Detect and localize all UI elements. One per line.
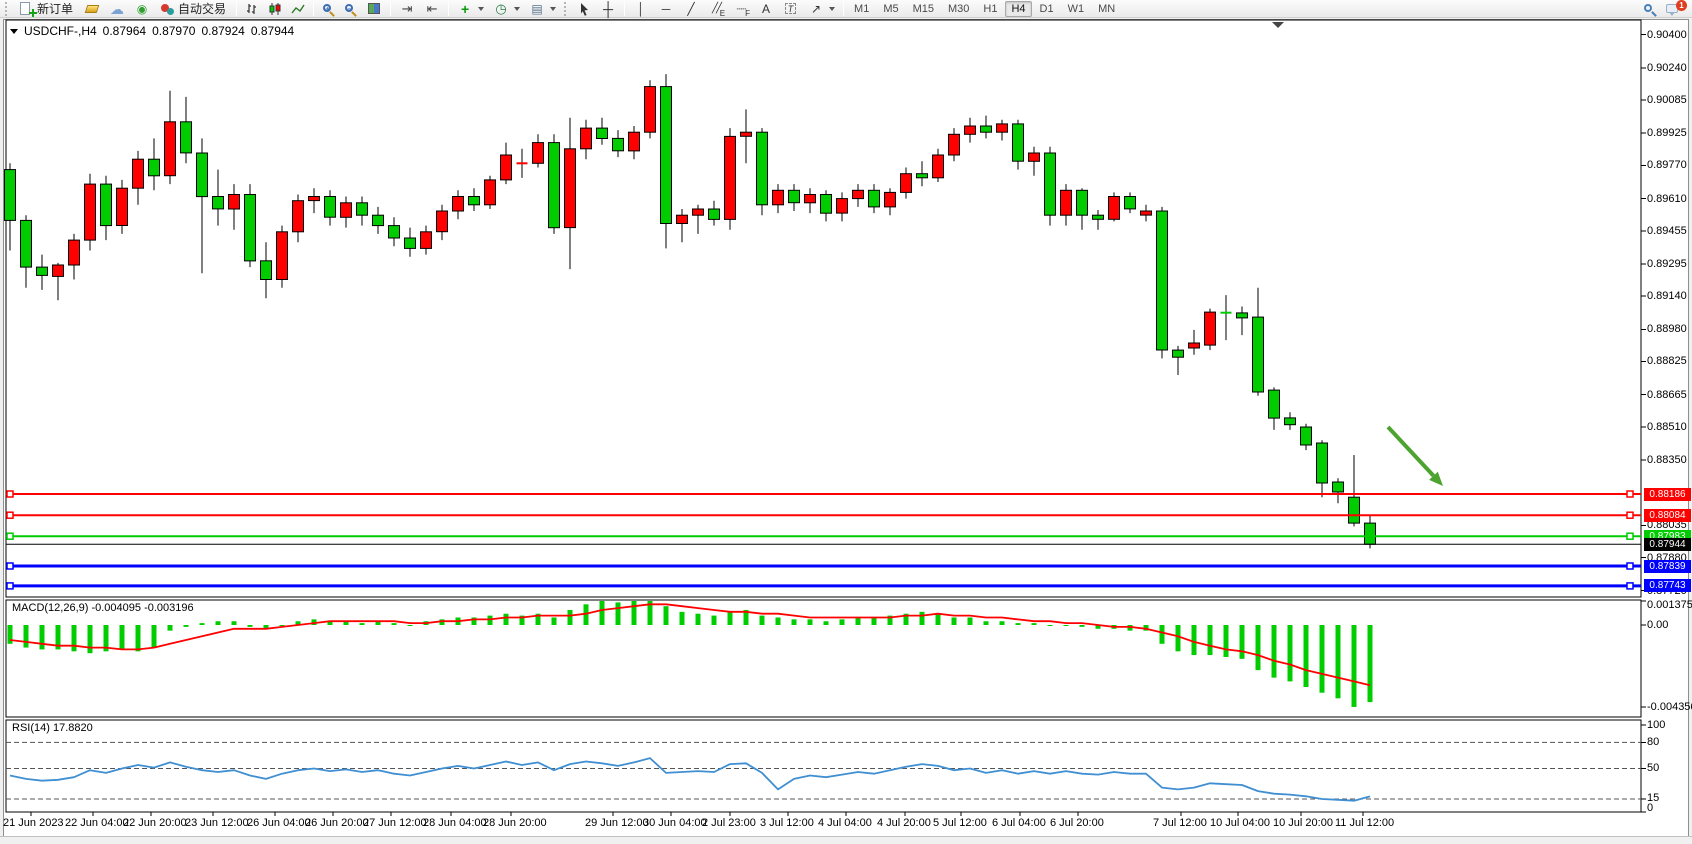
price-tick-label: 0.89295 (1647, 258, 1687, 270)
price-tick-label: 0.90240 (1647, 62, 1687, 74)
time-label: 4 Jul 04:00 (818, 817, 872, 829)
price-axis[interactable]: 0.90400 0.90240 0.90085 0.89925 0.89770 0.896… (0, 19, 1692, 597)
time-label: 23 Jun 12:00 (185, 817, 249, 829)
time-label: 11 Jul 12:00 (1335, 817, 1394, 829)
hline-price-tag[interactable]: 0.88084 (1644, 509, 1691, 522)
hline-price-tag[interactable]: 0.87839 (1644, 560, 1691, 573)
rsi-axis-50: 50 (1647, 762, 1691, 774)
price-tick-label: 0.89610 (1647, 193, 1687, 205)
rsi-axis-80: 80 (1647, 736, 1691, 748)
time-label: 4 Jul 20:00 (877, 817, 931, 829)
time-label: 21 Jun 2023 (3, 817, 64, 829)
time-label: 3 Jul 12:00 (760, 817, 814, 829)
time-label: 27 Jun 12:00 (363, 817, 427, 829)
time-label: 7 Jul 12:00 (1153, 817, 1207, 829)
price-tick-label: 0.88825 (1647, 355, 1687, 367)
price-tick-label: 0.88350 (1647, 454, 1687, 466)
time-label: 30 Jun 04:00 (643, 817, 707, 829)
price-tick-label: 0.88980 (1647, 323, 1687, 335)
rsi-axis-0: 0 (1647, 802, 1691, 814)
macd-axis-zero: 0.00 (1647, 619, 1691, 631)
time-label: 28 Jun 04:00 (423, 817, 487, 829)
time-label: 10 Jul 20:00 (1273, 817, 1333, 829)
time-label: 26 Jun 04:00 (247, 817, 311, 829)
price-tick-label: 0.89770 (1647, 159, 1687, 171)
price-tick-label: 0.89925 (1647, 127, 1687, 139)
time-label: 29 Jun 12:00 (585, 817, 649, 829)
time-label: 6 Jul 20:00 (1050, 817, 1104, 829)
macd-axis-max: 0.001375 (1647, 599, 1691, 611)
time-label: 6 Jul 04:00 (992, 817, 1046, 829)
time-label: 22 Jun 20:00 (123, 817, 187, 829)
rsi-label: RSI(14) 17.8820 (12, 722, 93, 734)
price-tick-label: 0.90400 (1647, 29, 1687, 41)
time-label: 28 Jun 20:00 (483, 817, 547, 829)
trading-terminal-window: 新订单 自动交易 + − (0, 0, 1692, 844)
status-bar (0, 836, 1692, 844)
hline-price-tag[interactable]: 0.87743 (1644, 579, 1691, 592)
time-label: 5 Jul 12:00 (933, 817, 987, 829)
macd-axis-min: -0.004356 (1647, 701, 1691, 713)
price-tick-label: 0.89140 (1647, 290, 1687, 302)
price-tick-label: 0.88510 (1647, 421, 1687, 433)
hline-price-tag[interactable]: 0.88186 (1644, 488, 1691, 501)
price-tick-label: 0.88665 (1647, 389, 1687, 401)
time-label: 2 Jul 23:00 (702, 817, 756, 829)
macd-label: MACD(12,26,9) -0.004095 -0.003196 (12, 602, 194, 614)
price-tick-label: 0.90085 (1647, 94, 1687, 106)
rsi-pane (6, 720, 1641, 812)
price-tick-label: 0.89455 (1647, 225, 1687, 237)
current-price-tag: 0.87944 (1644, 538, 1691, 551)
time-label: 10 Jul 04:00 (1210, 817, 1270, 829)
rsi-axis-100: 100 (1647, 719, 1691, 731)
time-label: 22 Jun 04:00 (65, 817, 129, 829)
time-label: 26 Jun 20:00 (305, 817, 369, 829)
